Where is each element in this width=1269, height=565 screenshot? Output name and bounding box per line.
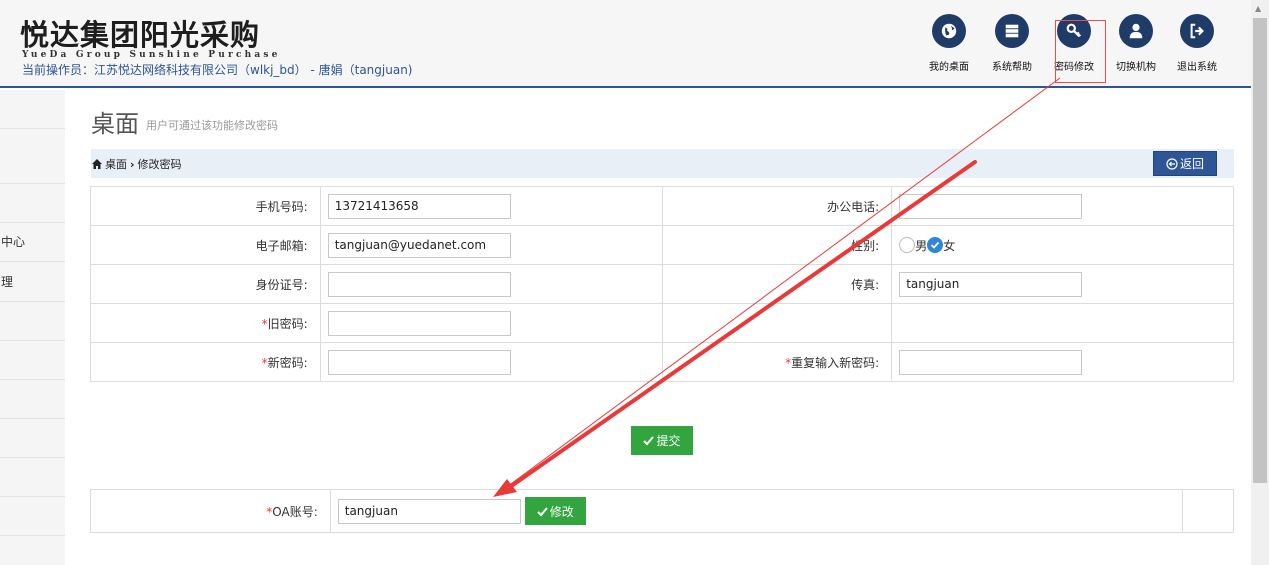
nav-label: 我的桌面 (929, 62, 969, 73)
check-icon (931, 241, 940, 249)
new-password-label-cell: *新密码: (90, 342, 321, 382)
oa-input-cell: 修改 (329, 489, 1184, 533)
office-phone-input[interactable] (899, 193, 1083, 219)
fax-input[interactable] (899, 271, 1083, 297)
repeat-password-cell (891, 342, 1234, 382)
logo-title: 悦达集团阳光采购 (20, 18, 261, 52)
nav-system-help[interactable]: 系统帮助 (982, 14, 1042, 73)
sidebar-item[interactable] (0, 497, 65, 536)
old-password-cell (319, 303, 664, 343)
sidebar-item[interactable] (0, 302, 65, 341)
form-row: *OA账号: 修改 (90, 489, 1234, 533)
modify-button-label: 修改 (549, 504, 574, 519)
modify-button[interactable]: 修改 (524, 497, 586, 525)
nav-label: 系统帮助 (992, 62, 1032, 73)
email-input[interactable] (327, 232, 511, 258)
sidebar-item[interactable] (0, 380, 65, 419)
submit-button-label: 提交 (656, 434, 681, 448)
gender-female-label[interactable]: 女 (943, 237, 955, 254)
logo-subtitle: YueDa Group Sunshine Purchase (22, 50, 281, 60)
profile-form: 手机号码: 办公电话: 电子邮箱: 性别: 男 女 身份证号: 传真: *旧密码… (90, 186, 1234, 382)
sidebar-item-center[interactable]: 中心 (0, 223, 65, 262)
chevron-right-icon: › (130, 157, 135, 171)
office-phone-label: 办公电话: (662, 186, 893, 226)
scrollbar-thumb[interactable] (1253, 18, 1267, 483)
gender-cell: 男 女 (891, 225, 1234, 265)
office-phone-cell (891, 186, 1234, 226)
sidebar-item[interactable] (0, 90, 65, 129)
new-password-label: 新密码: (267, 355, 308, 370)
gender-male-radio[interactable] (899, 237, 916, 253)
oa-account-input[interactable] (337, 498, 521, 524)
sidebar-item-manage[interactable]: 理 (0, 263, 65, 302)
sidebar-item[interactable] (0, 419, 65, 458)
repeat-password-label-cell: *重复输入新密码: (662, 342, 893, 382)
operator-info: 当前操作员：江苏悦达网络科技有限公司（wlkj_bd） - 唐娟（tangjua… (22, 63, 413, 77)
back-button[interactable]: 返回 (1153, 151, 1217, 176)
nav-switch-org[interactable]: 切换机构 (1106, 14, 1166, 73)
form-row: *旧密码: (90, 303, 1234, 343)
id-number-input[interactable] (327, 271, 511, 297)
scroll-up-icon[interactable]: ▲ (1255, 4, 1261, 13)
oa-account-label: OA账号: (272, 504, 318, 519)
sidebar-item[interactable] (0, 145, 65, 184)
fax-cell (891, 264, 1234, 304)
empty-cell (662, 303, 893, 343)
home-icon (92, 159, 102, 169)
server-icon (995, 14, 1029, 48)
new-password-cell (319, 342, 664, 382)
new-password-input[interactable] (327, 349, 511, 375)
check-icon (643, 436, 655, 446)
old-password-input[interactable] (327, 310, 511, 336)
breadcrumb: 桌面 › 修改密码 返回 (91, 149, 1234, 178)
back-circle-icon (1166, 157, 1178, 170)
nav-my-desktop[interactable]: 我的桌面 (919, 14, 979, 73)
oa-account-form: *OA账号: 修改 (90, 489, 1234, 533)
sidebar-item[interactable] (0, 341, 65, 380)
back-button-label: 返回 (1179, 157, 1204, 171)
id-number-label: 身份证号: (90, 264, 321, 304)
globe-icon (932, 14, 966, 48)
page-title: 桌面 (91, 110, 139, 138)
old-password-label: 旧密码: (267, 316, 308, 331)
email-label: 电子邮箱: (90, 225, 321, 265)
breadcrumb-trail: 桌面 › 修改密码 (91, 156, 182, 172)
page-subtitle: 用户可通过该功能修改密码 (146, 119, 278, 132)
submit-button[interactable]: 提交 (631, 426, 693, 455)
gender-female-radio[interactable] (927, 237, 944, 253)
mobile-input[interactable] (327, 193, 511, 219)
empty-cell (1182, 489, 1234, 533)
empty-cell (891, 303, 1234, 343)
vertical-scrollbar[interactable]: ▲ (1251, 0, 1269, 565)
oa-input-group: 修改 (337, 497, 1182, 525)
mobile-cell (319, 186, 664, 226)
sidebar-item[interactable] (0, 184, 65, 223)
sign-out-icon (1180, 14, 1214, 48)
mobile-label: 手机号码: (90, 186, 321, 226)
form-row: 手机号码: 办公电话: (90, 186, 1234, 226)
nav-logout[interactable]: 退出系统 (1167, 14, 1227, 73)
user-icon (1119, 14, 1153, 48)
breadcrumb-current: 修改密码 (137, 158, 182, 171)
repeat-password-label: 重复输入新密码: (791, 355, 880, 370)
fax-label: 传真: (662, 264, 893, 304)
check-icon (537, 506, 548, 516)
repeat-password-input[interactable] (899, 349, 1083, 375)
sidebar: 中心 理 (0, 90, 65, 565)
email-cell (319, 225, 664, 265)
id-number-cell (319, 264, 664, 304)
gender-label: 性别: (662, 225, 893, 265)
form-row: 电子邮箱: 性别: 男 女 (90, 225, 1234, 265)
form-row: 身份证号: 传真: (90, 264, 1234, 304)
form-row: *新密码: *重复输入新密码: (90, 342, 1234, 382)
nav-label: 切换机构 (1116, 62, 1156, 73)
breadcrumb-home[interactable]: 桌面 (105, 156, 127, 172)
gender-male-label[interactable]: 男 (915, 237, 927, 254)
oa-label-cell: *OA账号: (90, 489, 331, 533)
gender-radio-group: 男 女 (899, 237, 1233, 254)
old-password-label-cell: *旧密码: (90, 303, 321, 343)
nav-label: 退出系统 (1177, 62, 1217, 73)
annotation-highlight-box (1055, 20, 1106, 83)
sidebar-item[interactable] (0, 458, 65, 497)
